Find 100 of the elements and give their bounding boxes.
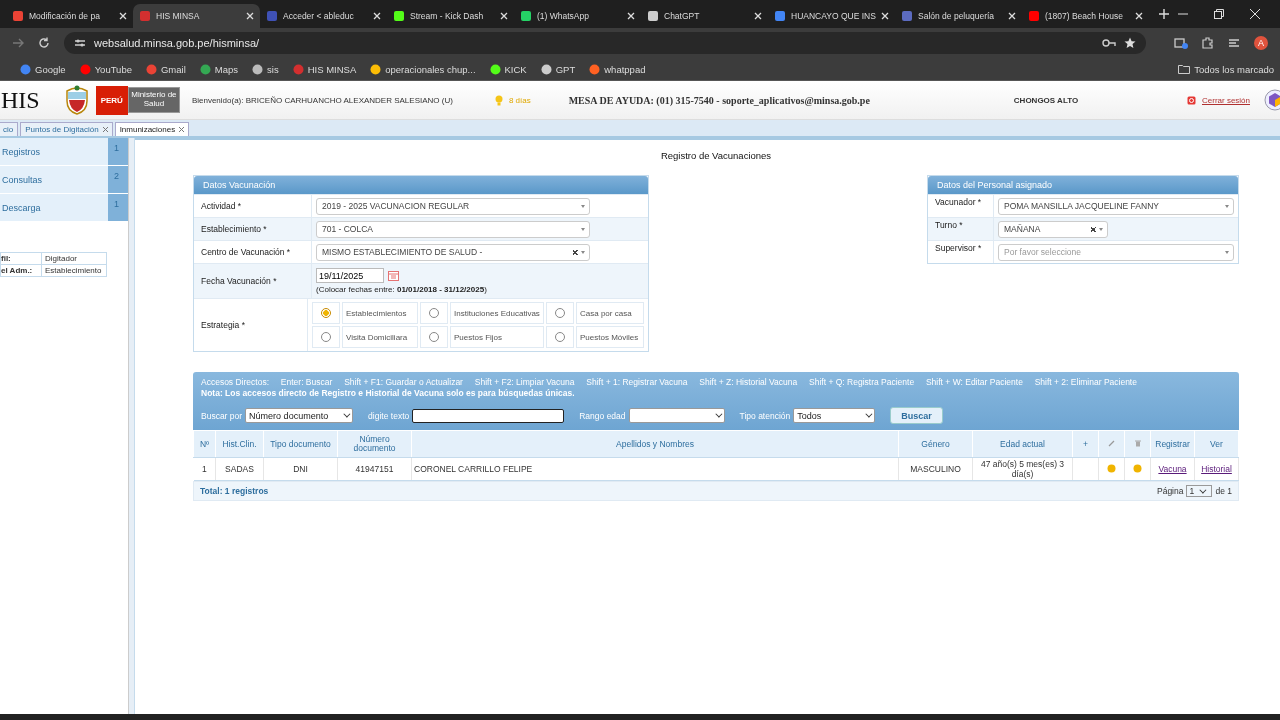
browser-tab[interactable]: Modificación de pa — [6, 4, 133, 28]
bookmark[interactable]: sis — [252, 63, 279, 75]
column-header: Número documento — [353, 433, 396, 454]
menu-icon[interactable] — [1228, 37, 1240, 49]
table-cell: SADAS — [225, 464, 254, 475]
bookmark[interactable]: whatppad — [589, 63, 646, 75]
forward-icon[interactable] — [12, 37, 24, 49]
age-range-select[interactable] — [628, 408, 725, 424]
profile-label: el Adm.: — [0, 264, 42, 277]
facility-select[interactable]: 701 - COLCA — [316, 220, 590, 238]
folder-icon — [1178, 64, 1191, 74]
table-cell: MASCULINO — [910, 464, 961, 475]
days-counter: 8 días — [508, 95, 531, 105]
table-link[interactable]: Vacuna — [1158, 464, 1187, 475]
column-header: Nº — [199, 438, 210, 449]
page-label: Página — [1157, 486, 1184, 497]
bookmark[interactable]: Maps — [199, 63, 239, 75]
status-dot[interactable] — [1133, 463, 1142, 473]
date-field[interactable]: 19/11/2025 — [316, 268, 384, 283]
vaccinator-select[interactable]: POMA MANSILLA JACQUELINE FANNY — [998, 197, 1234, 215]
search-field[interactable] — [412, 408, 565, 423]
logout-link[interactable]: Cerrar sesión — [1202, 95, 1250, 105]
column-header: Género — [921, 438, 950, 449]
shortcuts-text: Accesos Directos: Enter: Buscar Shift + F1: Guardar o Actualizar Shift + F2: Limpiar Vacuna Shift + 1: Registrar Vacuna Shift + Z: Historial Vacuna Shift + Q: Registra Paciente Shift + W: Editar Paciente Shift + 2: Eliminar Paciente — [201, 377, 1138, 388]
reload-icon[interactable] — [38, 37, 50, 49]
bookmark[interactable]: HIS MINSA — [292, 63, 357, 75]
sidebar-item[interactable]: Consultas 2 — [0, 166, 128, 194]
site-info-icon[interactable] — [74, 37, 86, 49]
search-button[interactable]: Buscar — [890, 407, 943, 425]
field-label: Turno * — [928, 218, 994, 240]
browser-tab[interactable]: Stream - Kick Dash — [387, 4, 514, 28]
trash-icon — [1134, 439, 1141, 447]
radio-label: Visita Domiciliara — [342, 326, 418, 348]
radio-button[interactable] — [555, 332, 565, 342]
browser-tab[interactable]: ChatGPT — [641, 4, 768, 28]
new-tab-icon[interactable] — [1159, 9, 1169, 19]
welcome-text: Bienvenido(a): BRICEÑO CARHUANCHO ALEXANDER SALESIANO (U) — [191, 95, 453, 105]
profile-avatar[interactable]: A — [1254, 36, 1268, 50]
radio-label: Puestos Móviles — [576, 326, 644, 348]
bookmark[interactable]: operacionales chup... — [370, 63, 476, 75]
radio-button[interactable] — [321, 332, 331, 342]
table-cell: CORONEL CARRILLO FELIPE — [414, 464, 533, 475]
count-badge: 2 — [108, 166, 128, 193]
his-logo: HIS — [1, 86, 40, 114]
radio-button[interactable] — [429, 332, 439, 342]
bookmark[interactable]: Gmail — [146, 63, 186, 75]
address-bar[interactable]: websalud.minsa.gob.pe/hisminsa/ — [64, 32, 1146, 54]
logout-icon[interactable] — [1187, 95, 1196, 105]
radio-label: Casa por casa — [576, 302, 644, 324]
extension-icon[interactable] — [1174, 37, 1188, 49]
browser-tab[interactable]: HIS MINSA — [133, 4, 260, 28]
all-bookmarks[interactable]: Todos los marcado — [1178, 63, 1274, 75]
table-link[interactable]: Historial — [1201, 464, 1232, 475]
search-by-select[interactable]: Número documento — [245, 408, 354, 424]
browser-tab[interactable]: (1) WhatsApp — [514, 4, 641, 28]
radio-button[interactable] — [321, 308, 331, 318]
app-tab[interactable]: cio — [0, 122, 19, 136]
star-icon[interactable] — [1124, 37, 1136, 49]
radio-label: Instituciones Educativas — [450, 302, 544, 324]
bookmark[interactable]: GPT — [540, 63, 576, 75]
help-desk-text: MESA DE AYUDA: (01) 315-7540 - soporte_aplicativos@minsa.gob.pe — [568, 94, 870, 106]
browser-tab[interactable]: Salón de peluquería — [895, 4, 1022, 28]
app-tab[interactable]: Puntos de Digitación — [20, 122, 113, 136]
profile-value: Establecimiento — [41, 264, 107, 277]
bookmark[interactable]: KICK — [489, 63, 527, 75]
column-header: Hist.Clin. — [222, 438, 257, 449]
search-by-label: Buscar por — [201, 410, 243, 421]
radio-label: Puestos Fijos — [450, 326, 544, 348]
page-title: Registro de Vacunaciones — [659, 150, 773, 161]
calendar-icon[interactable] — [388, 270, 399, 281]
ministry-badge: Ministerio de Salud — [127, 87, 180, 113]
count-badge: 1 — [108, 194, 128, 221]
profile-label: fil: — [0, 252, 42, 265]
table-cell: DNI — [293, 464, 308, 475]
text-label: digite texto — [368, 410, 410, 421]
peru-badge: PERÚ — [95, 85, 128, 115]
bookmark[interactable]: Google — [20, 63, 66, 75]
center-select[interactable]: MISMO ESTABLECIMIENTO DE SALUD - — [316, 243, 590, 261]
puzzle-icon[interactable] — [1202, 37, 1214, 49]
table-cell: 1 — [201, 464, 207, 475]
radio-button[interactable] — [429, 308, 439, 318]
sidebar-item[interactable]: Registros 1 — [0, 138, 128, 166]
bookmark[interactable]: YouTube — [79, 63, 132, 75]
coat-of-arms-icon — [63, 85, 90, 115]
care-type-select[interactable]: Todos — [793, 408, 876, 424]
shift-select[interactable]: MAÑANA — [998, 220, 1108, 238]
key-icon[interactable] — [1102, 38, 1116, 48]
radio-button[interactable] — [555, 308, 565, 318]
browser-tab[interactable]: (1807) Beach House — [1022, 4, 1149, 28]
activity-select[interactable]: 2019 - 2025 VACUNACION REGULAR — [316, 197, 590, 215]
browser-tab[interactable]: Acceder < ableduc — [260, 4, 387, 28]
radio-label: Establecimientos — [342, 302, 418, 324]
count-badge: 1 — [108, 138, 128, 165]
browser-tab[interactable]: HUANCAYO QUE INS — [768, 4, 895, 28]
app-tab[interactable]: Inmunizaciones — [114, 122, 190, 136]
sidebar-item[interactable]: Descarga 1 — [0, 194, 128, 222]
status-dot[interactable] — [1107, 463, 1116, 473]
page-select[interactable]: 1 — [1186, 485, 1213, 498]
restore-icon[interactable] — [1214, 9, 1224, 19]
cube-logo-icon — [1264, 89, 1280, 111]
